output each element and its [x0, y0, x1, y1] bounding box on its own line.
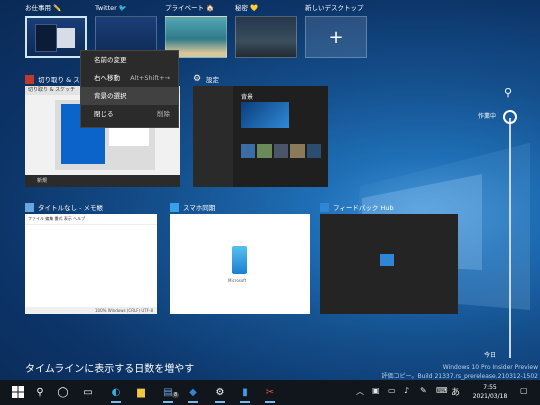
watermark-line-1: Windows 10 Pro Insider Preview [442, 364, 538, 371]
task-view-button[interactable]: ▭ [80, 384, 96, 400]
window-settings-title: 設定 [206, 76, 219, 84]
settings-preview: 背景 [193, 86, 328, 187]
feedback-taskbar-icon: ◆ [189, 386, 197, 398]
menu-item-close[interactable]: 閉じる 削除 [81, 105, 178, 123]
phone-link-icon [170, 202, 179, 212]
feedback-logo [380, 254, 394, 266]
explorer-taskbar[interactable]: ▆ [133, 384, 149, 400]
snip-taskbar[interactable]: ✂ [262, 384, 278, 403]
settings-bg-preview [241, 102, 289, 128]
search-button[interactable]: ⚲ [32, 384, 48, 400]
edge-taskbar[interactable]: ◐ [108, 384, 124, 403]
notepad-preview: ファイル 編集 書式 表示 ヘルプ 100% Windows (CRLF) UT… [25, 214, 157, 314]
cortana-button[interactable]: ◯ [55, 384, 71, 400]
keyboard-icon[interactable]: ⌨ [436, 386, 448, 395]
desktop-4-thumbnail[interactable] [235, 16, 297, 58]
extend-timeline-link[interactable]: タイムラインに表示する日数を増やす [25, 360, 194, 375]
menu-shortcut-move-right: Alt+Shift+→ [130, 74, 170, 82]
window-notepad[interactable]: タイトルなし - メモ帳 ファイル 編集 書式 表示 ヘルプ 100% Wind… [25, 200, 157, 314]
gear-icon: ⚙ [193, 73, 202, 84]
window-notepad-title: タイトルなし - メモ帳 [38, 204, 103, 212]
snip-sketch-icon [25, 74, 34, 84]
new-desktop[interactable]: 新しいデスクトップ + [305, 4, 367, 58]
desktop-4[interactable]: 秘密 💛 [235, 4, 297, 58]
new-desktop-label: 新しいデスクトップ [305, 4, 364, 12]
chevron-up-icon[interactable]: ︿ [356, 386, 364, 397]
desktop-1-badge: ✏️ [53, 4, 62, 12]
window-feedback-hub-title: フィードバック Hub [333, 204, 394, 212]
snip-new-button[interactable]: 新規 [37, 178, 47, 184]
timeline-handle[interactable] [503, 110, 517, 124]
phone-illustration [232, 246, 247, 274]
feedback-hub-icon [320, 202, 329, 212]
watermark: Windows 10 Pro Insider Preview 評価コピー。Bui… [382, 364, 538, 380]
timeline-track [509, 118, 511, 358]
settings-taskbar[interactable]: ⚙ [212, 384, 228, 403]
start-button[interactable] [10, 384, 26, 400]
notepad-menubar: ファイル 編集 書式 表示 ヘルプ [25, 214, 157, 225]
menu-item-move-right-label: 右へ移動 [94, 74, 120, 82]
volume-icon[interactable]: ♪ [404, 386, 409, 395]
feedback-taskbar[interactable]: ◆ [185, 384, 201, 403]
desktop-4-label: 秘密 [235, 4, 248, 12]
search-icon[interactable]: ⚲ [504, 86, 512, 99]
menu-item-close-label: 閉じる [94, 110, 114, 118]
notepad-statusbar: 100% Windows (CRLF) UTF-8 [25, 307, 157, 314]
window-phone-link-title: スマホ同期 [183, 204, 216, 212]
snip-toolbar: 新規 [25, 175, 180, 187]
clock-time: 7:55 [483, 384, 497, 391]
tray-app-icon[interactable]: ▣ [372, 386, 380, 395]
snip-taskbar-icon: ✂ [265, 386, 275, 398]
desktop-context-menu: 名前の変更 右へ移動 Alt+Shift+→ 背景の選択 閉じる 削除 [80, 50, 179, 128]
settings-heading: 背景 [241, 94, 254, 101]
settings-taskbar-icon: ⚙ [215, 386, 225, 398]
desktop-4-badge: 💛 [250, 4, 259, 12]
desktop-1-thumbnail[interactable] [25, 16, 87, 58]
taskbar-search-icon: ⚲ [36, 386, 44, 398]
clock[interactable]: 7:55 2021/03/18 [468, 383, 512, 401]
ime-indicator[interactable]: あ [451, 385, 460, 398]
desktop-3-label: プライベート [165, 4, 204, 12]
settings-bg-thumbs [241, 144, 322, 158]
phone-link-preview: Microsoft [170, 214, 310, 314]
menu-item-rename[interactable]: 名前の変更 [81, 51, 178, 69]
desktop-2-badge: 🐦 [118, 4, 127, 12]
window-phone-link[interactable]: スマホ同期 Microsoft [170, 200, 310, 314]
timeline-section-label: 作業中 [478, 113, 497, 120]
network-icon[interactable]: ▭ [388, 386, 396, 395]
menu-item-choose-background-label: 背景の選択 [94, 92, 127, 100]
edge-icon: ◐ [111, 386, 121, 398]
desktop-3-badge: 🏠 [206, 4, 215, 12]
taskbar: ⚲ ◯ ▭ ◐ ▆ ▤ 8 ◆ ⚙ ▮ ✂ ︿ ▣ ▭ ♪ ✎ ⌨ あ 7:55… [0, 380, 540, 405]
phone-taskbar-icon: ▮ [242, 386, 248, 398]
menu-item-move-right[interactable]: 右へ移動 Alt+Shift+→ [81, 69, 178, 87]
menu-item-choose-background[interactable]: 背景の選択 [81, 87, 178, 105]
microsoft-label: Microsoft [228, 278, 247, 283]
plus-icon: + [328, 26, 344, 48]
feedback-hub-preview [320, 214, 458, 314]
task-view-icon: ▭ [83, 386, 93, 398]
desktop-2-label: Twitter [95, 4, 117, 12]
folder-icon: ▆ [137, 386, 145, 398]
menu-shortcut-close: 削除 [157, 110, 170, 118]
new-desktop-button[interactable]: + [305, 16, 367, 58]
desktop-1[interactable]: お仕事用 ✏️ [25, 4, 87, 58]
windows-logo-icon [12, 386, 24, 398]
window-settings[interactable]: ⚙ 設定 背景 [193, 72, 328, 187]
taskbar-badge: 8 [172, 392, 180, 398]
cortana-icon: ◯ [57, 386, 69, 398]
timeline-today-label: 今日 [484, 352, 497, 359]
watermark-line-2: 評価コピー。Build 21337.rs_prerelease.210312-1… [381, 373, 538, 380]
clock-date: 2021/03/18 [472, 393, 508, 400]
pen-icon[interactable]: ✎ [420, 386, 427, 395]
menu-item-rename-label: 名前の変更 [94, 56, 127, 64]
notification-icon[interactable]: ▢ [520, 386, 528, 395]
settings-sidebar [193, 86, 233, 187]
window-feedback-hub[interactable]: フィードバック Hub [320, 200, 458, 314]
phone-taskbar[interactable]: ▮ [237, 384, 253, 403]
desktop-1-label: お仕事用 [25, 4, 51, 12]
notepad-icon [25, 202, 34, 212]
